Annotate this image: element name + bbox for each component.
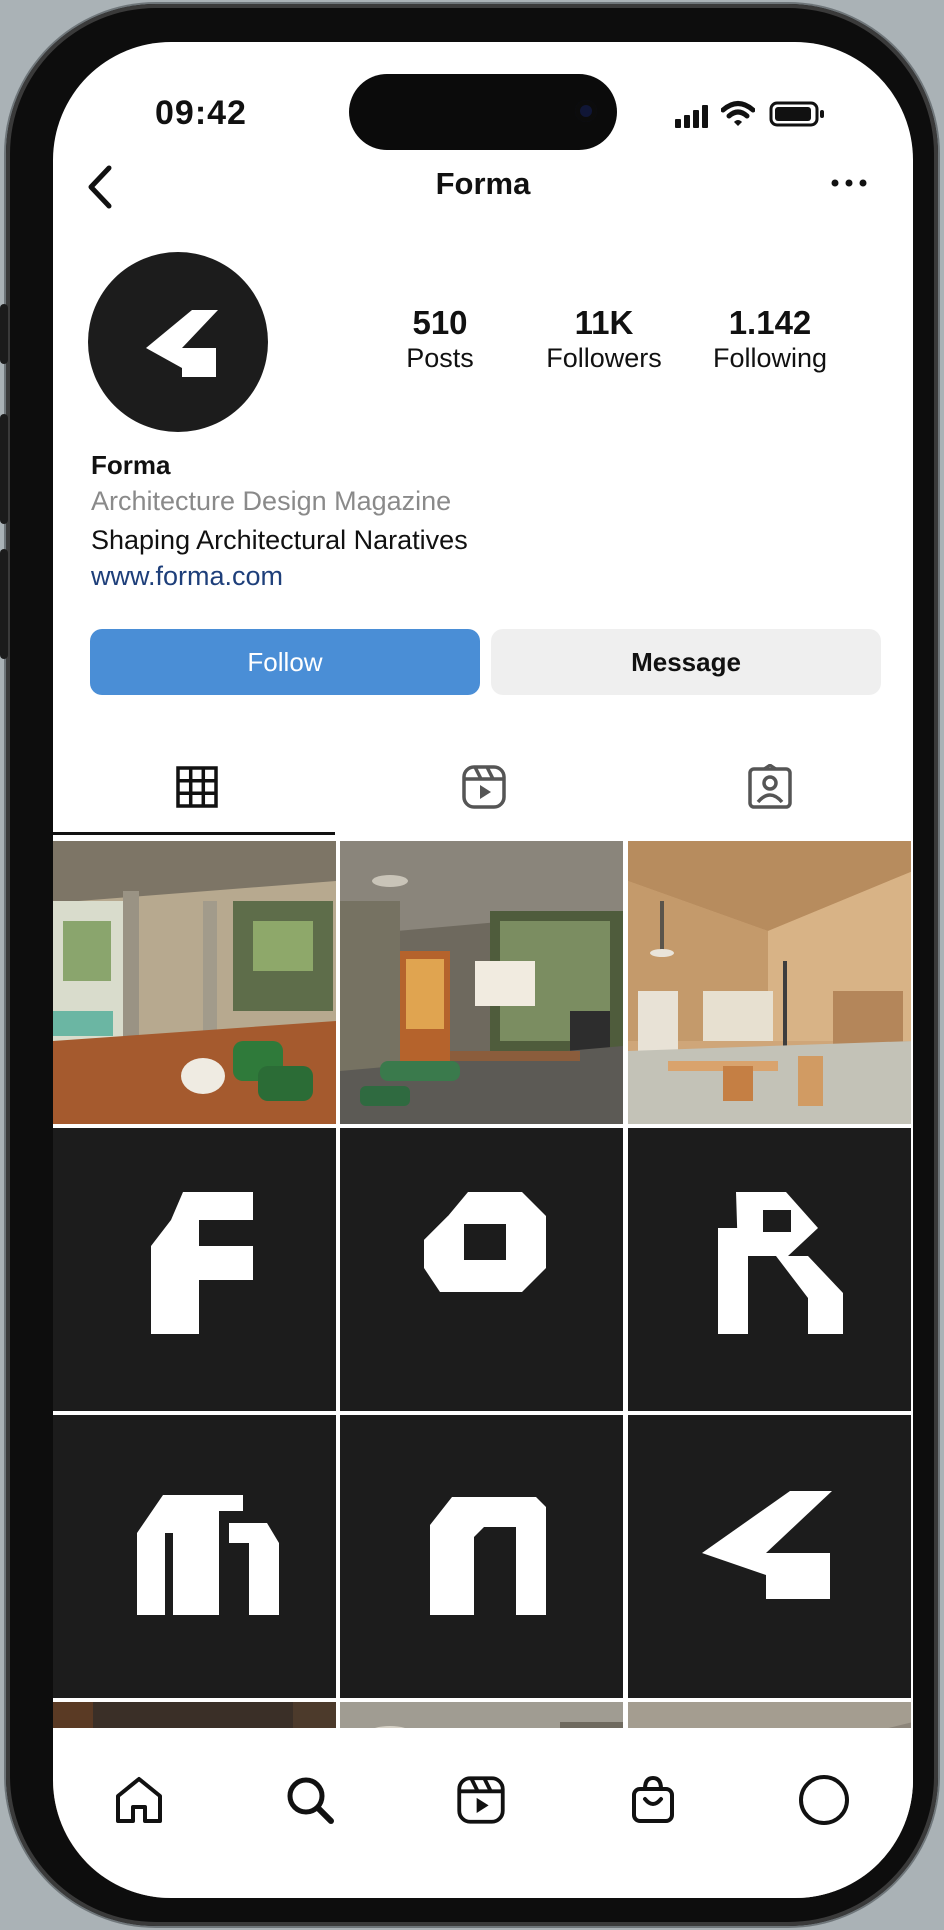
signal-icon: [675, 105, 708, 128]
profile-category: Architecture Design Magazine: [91, 486, 452, 516]
stat-label: Followers: [546, 343, 662, 373]
tagged-icon: [748, 764, 792, 809]
post-photo-wood-studio[interactable]: [628, 841, 911, 1124]
post-photo-dining-room[interactable]: [340, 841, 623, 1124]
stat-label: Posts: [406, 343, 474, 373]
stat-followers[interactable]: 11K Followers: [529, 304, 679, 374]
post-logo[interactable]: [628, 1415, 911, 1698]
battery-icon: [769, 101, 824, 127]
phone-frame: 09:42 Forma 510 Posts 11K Followers 1.14…: [0, 4, 938, 1926]
stat-value: 510: [412, 304, 468, 341]
shop-icon: [632, 1775, 674, 1823]
header-title: Forma: [435, 166, 531, 201]
nav-search[interactable]: [280, 1770, 340, 1830]
camera-icon: [575, 100, 597, 122]
reels-icon: [457, 1776, 505, 1824]
mute-switch: [0, 304, 8, 364]
post-letter-a[interactable]: [340, 1415, 623, 1698]
nav-profile[interactable]: [794, 1770, 854, 1830]
profile-tabs: [53, 735, 913, 841]
posts-grid: [53, 841, 913, 1898]
profile-link[interactable]: www.forma.com: [91, 561, 283, 592]
tab-posts[interactable]: [53, 735, 340, 839]
nav-shop[interactable]: [623, 1770, 683, 1830]
post-letter-r[interactable]: [628, 1128, 911, 1411]
stat-value: 11K: [574, 304, 634, 341]
stat-posts[interactable]: 510 Posts: [365, 304, 515, 374]
nav-reels[interactable]: [451, 1770, 511, 1830]
follow-button[interactable]: Follow: [90, 629, 480, 695]
forma-logo-icon: [146, 310, 218, 377]
nav-home[interactable]: [109, 1770, 169, 1830]
wifi-icon: [721, 101, 755, 126]
post-letter-o[interactable]: [340, 1128, 623, 1411]
tab-tagged[interactable]: [627, 735, 913, 839]
home-icon: [116, 1777, 162, 1823]
post-letter-m[interactable]: [53, 1415, 336, 1698]
profile-name: Forma: [91, 450, 171, 480]
post-letter-f[interactable]: [53, 1128, 336, 1411]
screen: 09:42 Forma 510 Posts 11K Followers 1.14…: [53, 42, 913, 1898]
bottom-nav: [53, 1728, 913, 1898]
post-photo-terrace[interactable]: [53, 841, 336, 1124]
stat-following[interactable]: 1.142 Following: [695, 304, 845, 374]
profile-bio: Shaping Architectural Naratives: [91, 525, 468, 555]
avatar[interactable]: [88, 252, 268, 432]
profile-icon: [799, 1775, 849, 1825]
grid-icon: [175, 766, 218, 808]
active-tab-indicator: [53, 832, 335, 835]
volume-down-button: [0, 549, 8, 659]
status-time: 09:42: [155, 94, 247, 132]
more-options-icon[interactable]: [825, 166, 873, 200]
message-button[interactable]: Message: [491, 629, 881, 695]
search-icon: [287, 1777, 334, 1824]
stat-label: Following: [712, 343, 828, 373]
reels-icon: [461, 765, 506, 809]
stat-value: 1.142: [728, 304, 812, 341]
volume-up-button: [0, 414, 8, 524]
tab-reels[interactable]: [340, 735, 627, 839]
